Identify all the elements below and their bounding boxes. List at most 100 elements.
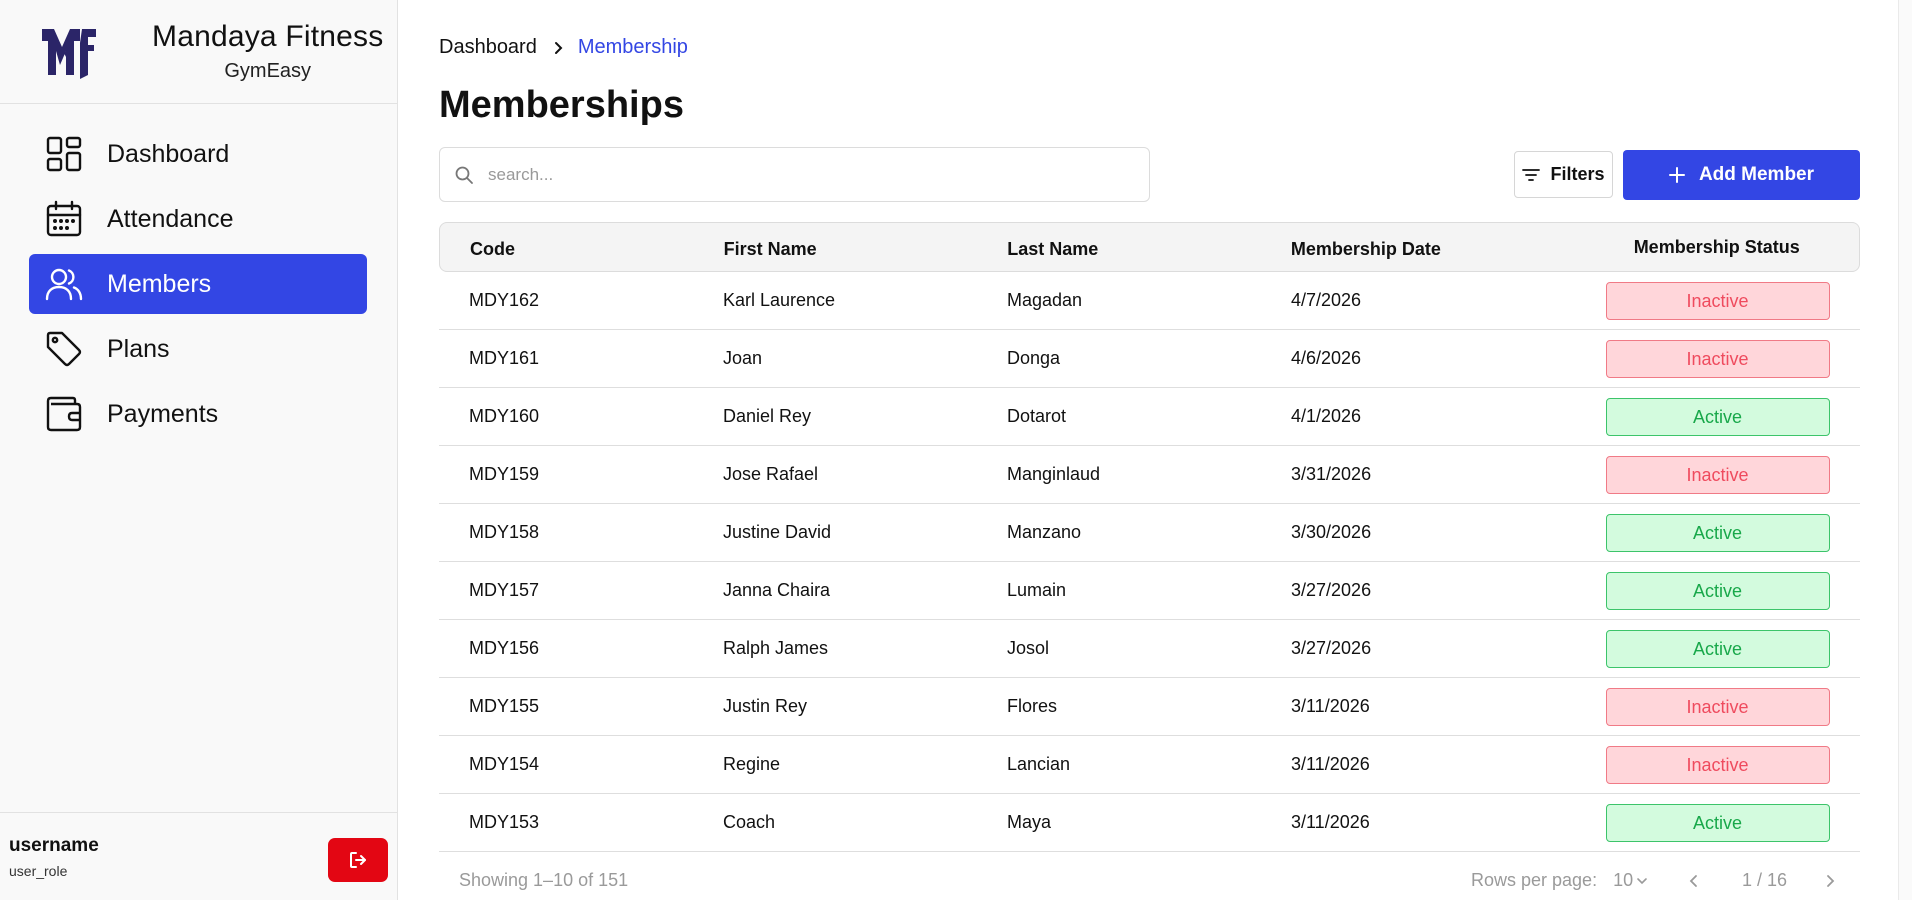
breadcrumb-membership: Membership [577, 36, 688, 58]
cell-membership-status: Inactive [1575, 687, 1860, 726]
table-row[interactable]: MDY160 Daniel Rey Dotarot 4/1/2026 Active [439, 388, 1860, 446]
cell-membership-status: Active [1575, 803, 1860, 842]
header-last-name[interactable]: Last Name [1007, 235, 1291, 260]
showing-count: Showing 1–10 of 151 [459, 870, 629, 890]
next-page-button[interactable] [1825, 872, 1835, 893]
brand-header: Mandaya Fitness GymEasy [0, 0, 397, 104]
cell-membership-date: 3/11/2026 [1291, 812, 1370, 832]
brand-logo [42, 28, 96, 79]
table-row[interactable]: MDY153 Coach Maya 3/11/2026 Active [439, 794, 1860, 852]
cell-code: MDY160 [469, 406, 540, 426]
sidebar-item-payments[interactable]: Payments [29, 384, 367, 444]
cell-membership-status: Inactive [1575, 281, 1860, 320]
filter-icon [1522, 168, 1541, 181]
cell-last-name: Manginlaud [1007, 464, 1101, 484]
table-row[interactable]: MDY158 Justine David Manzano 3/30/2026 Activ… [439, 504, 1860, 562]
cell-first-name: Justin Rey [723, 696, 808, 716]
table-row[interactable]: MDY161 Joan Donga 4/6/2026 Inactive [439, 330, 1860, 388]
sidebar-item-members[interactable]: Members [29, 254, 367, 314]
sidebar-item-label: Dashboard [107, 139, 230, 168]
cell-membership-date: 3/27/2026 [1291, 638, 1372, 658]
rows-per-page-value: 10 [1613, 870, 1634, 890]
header-first-name[interactable]: First Name [724, 235, 1008, 260]
cell-code: MDY155 [469, 696, 540, 716]
chevron-right-icon [1827, 875, 1835, 887]
status-badge: Active [1605, 513, 1830, 552]
plus-icon [1668, 167, 1685, 183]
sidebar-item-label: Attendance [107, 204, 234, 233]
cell-membership-date: 3/30/2026 [1291, 522, 1372, 542]
cell-first-name: Justine David [723, 522, 832, 542]
cell-last-name: Dotarot [1007, 406, 1067, 426]
dashboard-icon [45, 135, 83, 173]
header-membership-status[interactable]: Membership Status [1574, 237, 1859, 258]
user-role: user_role [9, 862, 68, 879]
chevron-right-icon [553, 41, 563, 55]
rows-per-page: Rows per page: 10 [1471, 870, 1648, 891]
cell-last-name: Maya [1007, 812, 1052, 832]
cell-membership-status: Inactive [1575, 455, 1860, 494]
breadcrumb-dashboard[interactable]: Dashboard [439, 36, 537, 59]
cell-membership-date: 4/1/2026 [1291, 406, 1362, 426]
brand-subtitle: GymEasy [224, 60, 312, 82]
breadcrumb: Dashboard Membership [439, 36, 688, 59]
rows-per-page-label: Rows per page: [1471, 870, 1598, 890]
add-member-label: Add Member [1698, 164, 1815, 185]
cell-code: MDY157 [469, 580, 540, 600]
cell-first-name: Daniel Rey [723, 406, 812, 426]
cell-last-name: Lancian [1007, 754, 1071, 774]
status-badge: Inactive [1605, 281, 1830, 320]
header-code[interactable]: Code [440, 235, 724, 260]
table-row[interactable]: MDY159 Jose Rafael Manginlaud 3/31/2026 Inac… [439, 446, 1860, 504]
table-row[interactable]: MDY162 Karl Laurence Magadan 4/7/2026 Inacti… [439, 272, 1860, 330]
chevron-down-icon [1637, 877, 1647, 884]
tag-icon [45, 330, 83, 368]
search-box [439, 147, 1150, 202]
cell-first-name: Regine [723, 754, 781, 774]
header-membership-date[interactable]: Membership Date [1291, 235, 1575, 260]
filters-button[interactable]: Filters [1514, 151, 1613, 198]
status-badge: Active [1605, 571, 1830, 610]
table-row[interactable]: MDY155 Justin Rey Flores 3/11/2026 Inactive [439, 678, 1860, 736]
cell-first-name: Ralph James [723, 638, 829, 658]
cell-code: MDY158 [469, 522, 540, 542]
page-scrollbar[interactable] [1898, 0, 1912, 900]
cell-last-name: Manzano [1007, 522, 1082, 542]
search-input[interactable] [488, 164, 1088, 185]
cell-membership-status: Inactive [1575, 745, 1860, 784]
cell-membership-status: Inactive [1575, 339, 1860, 378]
cell-code: MDY154 [469, 754, 540, 774]
cell-code: MDY162 [469, 290, 540, 310]
cell-code: MDY153 [469, 812, 540, 832]
cell-membership-date: 3/27/2026 [1291, 580, 1372, 600]
cell-membership-date: 4/7/2026 [1291, 290, 1362, 310]
previous-page-button[interactable] [1689, 872, 1699, 893]
cell-membership-status: Active [1575, 397, 1860, 436]
cell-last-name: Magadan [1007, 290, 1083, 310]
sidebar-item-label: Plans [107, 334, 170, 363]
chevron-left-icon [1689, 875, 1697, 887]
cell-first-name: Coach [723, 812, 776, 832]
table-row[interactable]: MDY157 Janna Chaira Lumain 3/27/2026 Active [439, 562, 1860, 620]
status-badge: Active [1605, 397, 1830, 436]
cell-code: MDY161 [469, 348, 540, 368]
filters-label: Filters [1550, 164, 1605, 184]
table-row[interactable]: MDY154 Regine Lancian 3/11/2026 Inactive [439, 736, 1860, 794]
cell-last-name: Flores [1007, 696, 1058, 716]
sidebar-item-dashboard[interactable]: Dashboard [29, 124, 367, 184]
table-row[interactable]: MDY156 Ralph James Josol 3/27/2026 Active [439, 620, 1860, 678]
logout-button[interactable] [328, 838, 388, 882]
add-member-button[interactable]: Add Member [1623, 150, 1860, 200]
rows-per-page-select[interactable]: 10 [1613, 870, 1648, 891]
cell-first-name: Jose Rafael [723, 464, 819, 484]
status-badge: Inactive [1605, 745, 1830, 784]
cell-last-name: Josol [1007, 638, 1050, 658]
cell-code: MDY159 [469, 464, 540, 484]
sidebar-item-plans[interactable]: Plans [29, 319, 367, 379]
table-footer: Showing 1–10 of 151 Rows per page: 10 1 … [459, 870, 1860, 891]
cell-membership-status: Active [1575, 629, 1860, 668]
cell-membership-date: 3/31/2026 [1291, 464, 1372, 484]
logout-icon [350, 852, 366, 868]
users-icon [45, 265, 83, 303]
sidebar-item-attendance[interactable]: Attendance [29, 189, 367, 249]
